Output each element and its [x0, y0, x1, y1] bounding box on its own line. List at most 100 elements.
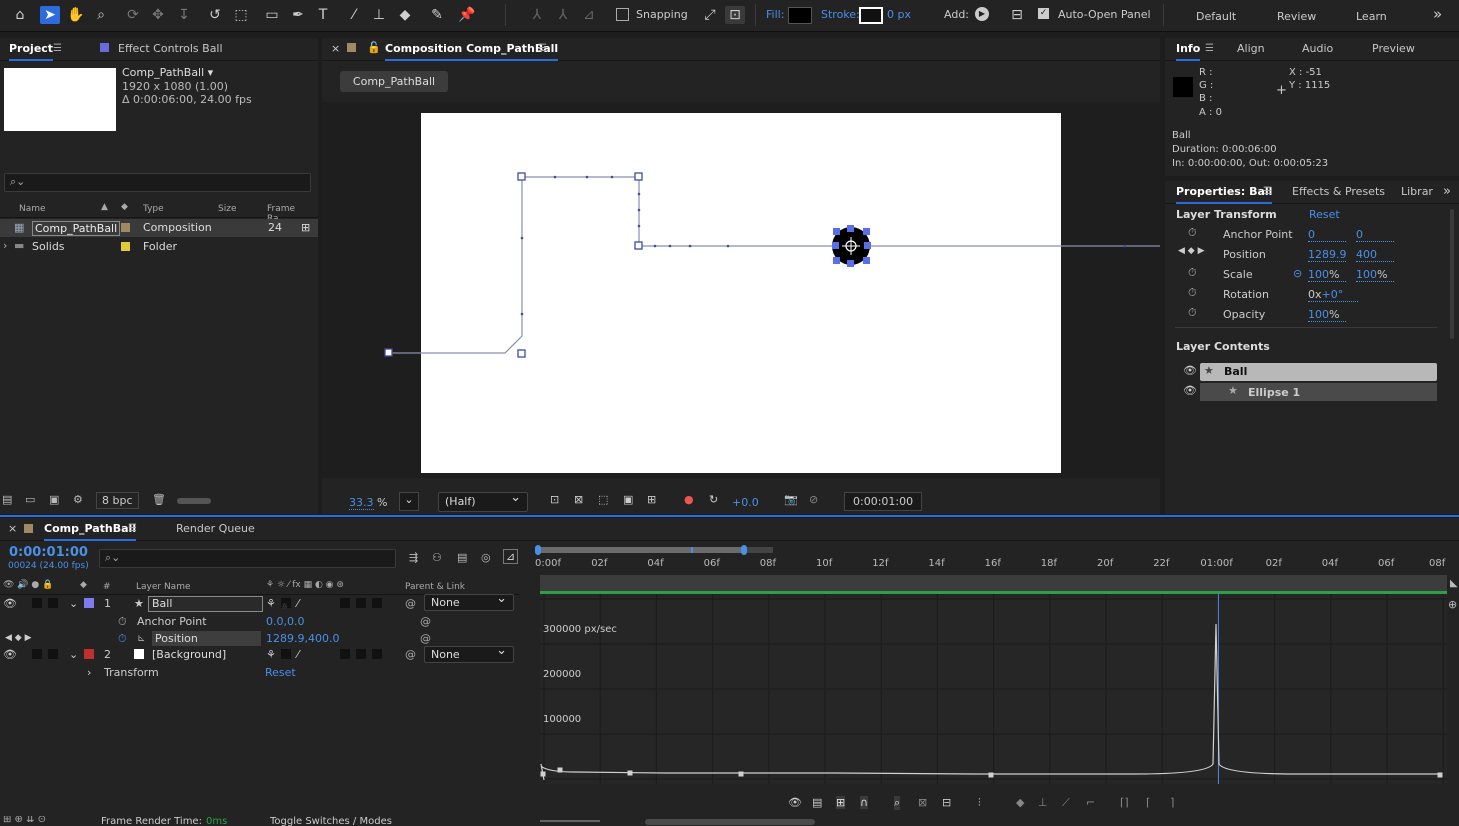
transform-box-icon[interactable]: ⊞ — [836, 796, 846, 809]
expand-arrow-icon[interactable]: › — [3, 239, 7, 252]
time-ruler[interactable]: 0:00f 02f 04f 06f 08f 10f 12f 14f 16f 18f 20f 22f 01… — [535, 558, 1447, 572]
expand-arrow-icon[interactable]: › — [87, 664, 91, 681]
type-tool-icon[interactable]: T — [313, 6, 333, 24]
eye-icon[interactable]: 👁 — [3, 595, 17, 612]
tab-composition[interactable]: Composition Comp_PathBall — [385, 38, 559, 61]
lock-box[interactable] — [48, 598, 58, 608]
navigator-range[interactable] — [537, 547, 746, 553]
label-color-swatch[interactable] — [121, 223, 130, 232]
eye-icon[interactable]: 👁 — [3, 646, 17, 663]
rotation-tool-icon[interactable]: ↺ — [205, 6, 225, 24]
timeline-scrollbar[interactable] — [645, 819, 815, 825]
project-row-comp[interactable]: ▦ Comp_PathBall Composition 24 ⊞ — [0, 219, 318, 237]
lock-icon[interactable]: 🔓 — [367, 41, 381, 54]
panel-icon[interactable]: ⊟ — [1007, 6, 1027, 24]
quality-switch-icon[interactable]: ⁄ — [297, 646, 299, 663]
pickwhip-icon[interactable]: @ — [420, 613, 431, 630]
zoom-dropdown-icon[interactable]: ⌄ — [399, 492, 419, 511]
tab-info[interactable]: Info — [1176, 38, 1201, 61]
pan-behind-icon[interactable]: ⬚ — [231, 6, 251, 24]
snap-grid-icon[interactable]: ⊡ — [725, 6, 745, 24]
graph-editor-icon[interactable]: ⊿ — [503, 549, 519, 564]
hold-icon[interactable]: ⊥ — [1038, 796, 1048, 809]
zoom-handle-icon[interactable]: ◣ — [1450, 578, 1458, 589]
work-area-bar[interactable] — [540, 575, 1447, 591]
trash-icon[interactable]: 🗑 — [152, 493, 166, 506]
navigator-start-handle[interactable] — [535, 545, 541, 555]
linear-icon[interactable]: ⟋ — [1062, 796, 1070, 810]
keyframe-nav-icon[interactable]: ◀ ◆ ▶ — [5, 630, 32, 647]
easy-ease-in-icon[interactable]: ⌈ — [1146, 796, 1150, 809]
parent-dropdown[interactable]: None — [424, 643, 514, 663]
draft-3d-icon[interactable]: ⇶ — [409, 551, 418, 564]
graph-type-icon[interactable]: ▤ — [812, 796, 822, 809]
project-row-solids[interactable]: › ▬ Solids Folder — [0, 238, 318, 256]
zoom-value[interactable]: 33.3 — [349, 496, 374, 510]
transform-reset-link[interactable]: Reset — [1309, 208, 1340, 221]
transform-reset-link[interactable]: Reset — [265, 664, 296, 681]
adjust-settings-icon[interactable]: ⚙ — [73, 493, 83, 506]
thumbnail-size-slider[interactable] — [177, 498, 211, 504]
timeline-search-input[interactable]: ⌕⌄ — [99, 549, 396, 568]
tab-timeline-comp[interactable]: Comp_PathBall — [44, 518, 137, 541]
workspace-default[interactable]: Default — [1196, 10, 1236, 23]
region-of-interest-icon[interactable]: ▣ — [623, 493, 633, 506]
comp-timecode[interactable]: 0:00:01:00 — [844, 492, 923, 511]
brush-tool-icon[interactable]: ⁄ — [344, 6, 364, 24]
project-item-name[interactable]: Comp_PathBall ▾ — [122, 66, 213, 79]
workspace-more-icon[interactable]: » — [1433, 5, 1442, 23]
solo-box[interactable] — [32, 598, 42, 608]
reset-exposure-icon[interactable]: ↻ — [709, 493, 718, 506]
timeline-menu-icon[interactable]: ☰ — [128, 523, 137, 534]
rectangle-tool-icon[interactable]: ▭ — [262, 6, 282, 24]
pickwhip-icon[interactable]: @ — [405, 646, 416, 663]
pickwhip-icon[interactable]: @ — [420, 630, 431, 647]
motion-blur-switch[interactable] — [356, 649, 366, 659]
new-folder-icon[interactable]: ▭ — [25, 493, 35, 506]
edit-keyframe-icon[interactable]: ◆ — [1016, 796, 1024, 809]
comp-subtab[interactable]: Comp_PathBall — [340, 71, 448, 92]
col-size[interactable]: Size — [218, 204, 236, 214]
roto-brush-icon[interactable]: ✎ — [427, 6, 447, 24]
rotation-value[interactable]: 0x+0° — [1308, 288, 1358, 302]
layer-name[interactable]: [Background] — [152, 646, 226, 663]
keyframe-nav-icon[interactable]: ◀ ◆ ▶ — [1178, 246, 1205, 256]
pan-camera-icon[interactable]: ✥ — [148, 6, 168, 24]
fill-swatch[interactable] — [788, 7, 812, 24]
zoom-tool-icon[interactable]: ⌕ — [91, 6, 111, 24]
stopwatch-icon[interactable]: ⏱ — [118, 613, 127, 630]
layer-label-color[interactable] — [84, 598, 94, 608]
position-x-value[interactable]: 1289.9 — [1308, 248, 1347, 262]
selection-tool-icon[interactable]: ➤ — [40, 6, 60, 24]
axis-world-icon[interactable]: ⅄ — [553, 6, 573, 24]
fx-switch[interactable] — [340, 598, 350, 608]
lock-box[interactable] — [48, 649, 58, 659]
fit-selection-icon[interactable]: ⊠ — [918, 796, 927, 809]
stopwatch-icon[interactable]: ⏱ — [1188, 306, 1197, 320]
project-menu-icon[interactable]: ☰ — [53, 43, 62, 54]
timeline-timecode[interactable]: 0:00:01:00 — [9, 545, 88, 560]
label-color-swatch[interactable] — [121, 242, 130, 251]
graph-editor[interactable]: 300000 px/sec 200000 100000 — [535, 594, 1447, 784]
panel-overflow-icon[interactable]: » — [1443, 184, 1451, 199]
properties-scrollbar[interactable] — [1450, 209, 1454, 339]
shy-layers-icon[interactable]: ⚇ — [432, 551, 442, 564]
tab-render-queue[interactable]: Render Queue — [176, 518, 255, 540]
grid-guides-icon[interactable]: ⊞ — [647, 493, 656, 506]
close-timeline-icon[interactable]: × — [8, 522, 17, 535]
layer-name-field[interactable]: Ball — [148, 596, 263, 612]
stopwatch-active-icon[interactable]: ⏱ — [118, 630, 127, 647]
opacity-value[interactable]: 100% — [1308, 308, 1346, 322]
auto-zoom-icon[interactable]: ⌕ — [894, 796, 901, 810]
constrain-link-icon[interactable]: ⊝ — [1293, 267, 1302, 280]
stopwatch-icon[interactable]: ⏱ — [1188, 226, 1197, 240]
resolution-dropdown[interactable]: (Half) — [438, 489, 528, 512]
graph-toggle-icon[interactable]: ⊾ — [137, 630, 145, 647]
playhead-end-icon[interactable]: ⊕ — [1448, 598, 1457, 611]
hand-tool-icon[interactable]: ✋ — [66, 6, 86, 24]
col-layer-name[interactable]: Layer Name — [136, 582, 191, 592]
show-snapshot-icon[interactable]: ⊘ — [809, 493, 818, 506]
new-comp-icon[interactable]: ▣ — [49, 493, 59, 506]
show-properties-icon[interactable]: 👁 — [788, 796, 802, 809]
collapse-switch[interactable] — [281, 649, 291, 659]
